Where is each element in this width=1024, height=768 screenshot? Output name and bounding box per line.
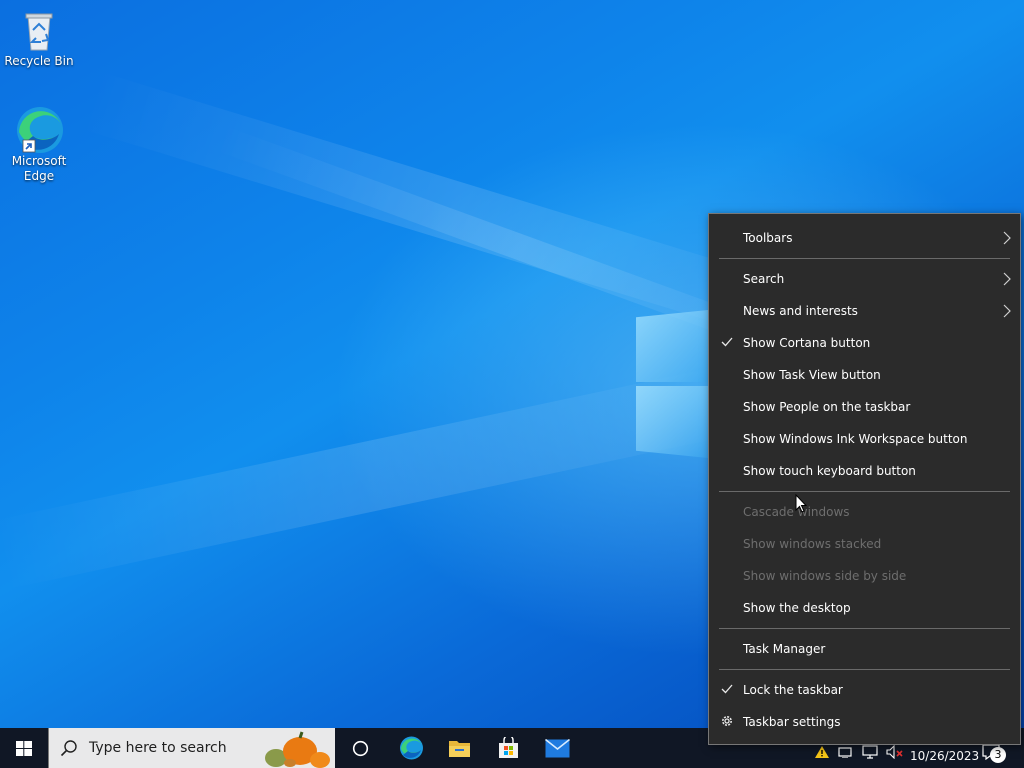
desktop-icon-label: Microsoft Edge — [11, 154, 67, 183]
menu-item-label: Toolbars — [743, 231, 793, 245]
menu-item-label: Show the desktop — [743, 601, 851, 615]
menu-item-show-touch-keyboard[interactable]: Show touch keyboard button — [709, 456, 1020, 486]
monitor-icon[interactable] — [862, 745, 880, 759]
windows-logo-pane — [636, 310, 708, 382]
chevron-right-icon — [1003, 231, 1011, 245]
menu-item-show-cortana-button[interactable]: Show Cortana button — [709, 328, 1020, 358]
menu-item-label: Search — [743, 272, 785, 286]
menu-item-taskbar-settings[interactable]: Taskbar settings — [709, 707, 1020, 737]
start-button[interactable] — [0, 728, 48, 768]
action-center-button[interactable]: 3 — [982, 744, 1008, 763]
edge-icon — [17, 107, 63, 153]
menu-item-label: Show touch keyboard button — [743, 464, 916, 478]
taskbar-edge-button[interactable] — [388, 728, 434, 768]
file-explorer-icon — [449, 741, 470, 757]
menu-item-label: Show windows side by side — [743, 569, 907, 583]
menu-item-label: News and interests — [743, 304, 858, 318]
menu-item-task-manager[interactable]: Task Manager — [709, 634, 1020, 664]
chevron-right-icon — [1003, 304, 1011, 318]
gear-icon — [722, 716, 732, 726]
checkmark-icon — [721, 337, 733, 347]
menu-item-label: Show People on the taskbar — [743, 400, 911, 414]
windows-logo-pane — [636, 386, 708, 458]
store-icon — [499, 737, 518, 758]
menu-separator — [719, 258, 1010, 259]
menu-item-label: Taskbar settings — [743, 715, 841, 729]
menu-item-label: Show Windows Ink Workspace button — [743, 432, 968, 446]
notification-badge: 3 — [990, 747, 1006, 763]
windows-logo-icon — [16, 741, 32, 756]
taskbar-context-menu: Toolbars Search News and interests Show … — [708, 213, 1021, 745]
menu-separator — [719, 669, 1010, 670]
mail-icon — [545, 739, 570, 758]
menu-item-search[interactable]: Search — [709, 264, 1020, 294]
network-icon[interactable] — [838, 746, 854, 758]
menu-separator — [719, 491, 1010, 492]
menu-item-label: Show Cortana button — [743, 336, 871, 350]
menu-item-label: Show Task View button — [743, 368, 881, 382]
pumpkins-icon — [265, 731, 330, 768]
menu-item-label: Lock the taskbar — [743, 683, 843, 697]
menu-item-label: Task Manager — [743, 642, 826, 656]
taskbar-file-explorer-button[interactable] — [436, 728, 482, 768]
warning-icon[interactable] — [815, 746, 829, 758]
menu-item-cascade-windows: Cascade windows — [709, 497, 1020, 527]
taskbar-search-box[interactable]: Type here to search — [48, 728, 335, 768]
volume-muted-icon[interactable] — [886, 745, 904, 759]
chevron-right-icon — [1003, 272, 1011, 286]
menu-item-show-windows-ink[interactable]: Show Windows Ink Workspace button — [709, 424, 1020, 454]
search-icon — [60, 740, 77, 757]
menu-item-show-windows-stacked: Show windows stacked — [709, 529, 1020, 559]
menu-item-news-and-interests[interactable]: News and interests — [709, 296, 1020, 326]
recycle-bin-icon — [25, 13, 53, 51]
edge-icon — [400, 736, 423, 760]
menu-item-show-windows-side-by-side: Show windows side by side — [709, 561, 1020, 591]
desktop-icon-label: Recycle Bin — [4, 54, 74, 68]
menu-item-show-the-desktop[interactable]: Show the desktop — [709, 593, 1020, 623]
mouse-cursor-icon — [795, 494, 807, 513]
cortana-button[interactable] — [338, 728, 384, 768]
checkmark-icon — [721, 684, 733, 694]
desktop-icon-recycle-bin[interactable]: Recycle Bin — [3, 8, 75, 69]
cortana-icon — [352, 740, 369, 757]
taskbar-date[interactable]: 10/26/2023 — [910, 749, 979, 763]
search-placeholder: Type here to search — [89, 740, 227, 756]
desktop-icon-microsoft-edge[interactable]: Microsoft Edge — [3, 106, 75, 184]
menu-separator — [719, 628, 1010, 629]
menu-item-toolbars[interactable]: Toolbars — [709, 223, 1020, 253]
taskbar-store-button[interactable] — [485, 728, 531, 768]
taskbar-mail-button[interactable] — [534, 728, 580, 768]
menu-item-show-task-view-button[interactable]: Show Task View button — [709, 360, 1020, 390]
menu-item-lock-the-taskbar[interactable]: Lock the taskbar — [709, 675, 1020, 705]
menu-item-show-people[interactable]: Show People on the taskbar — [709, 392, 1020, 422]
menu-item-label: Show windows stacked — [743, 537, 882, 551]
